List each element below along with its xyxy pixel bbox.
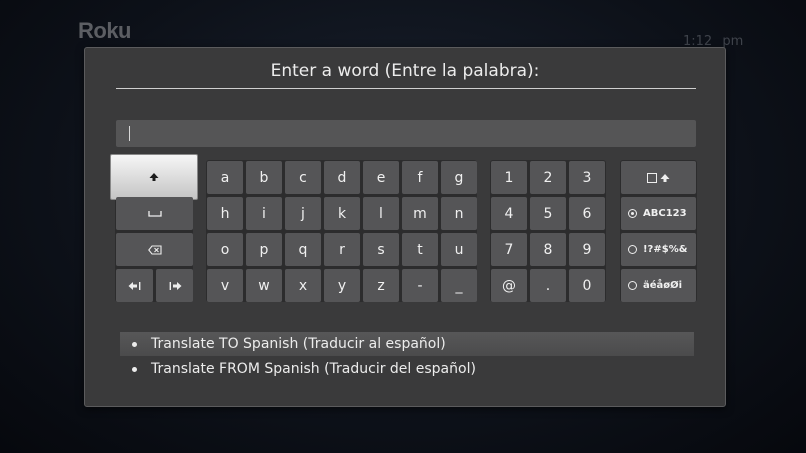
bullet-icon — [132, 341, 137, 347]
caps-lock-key[interactable] — [621, 161, 696, 194]
radio-selected-icon — [628, 209, 637, 218]
radio-icon — [628, 245, 637, 254]
mode-abc123-key[interactable]: ABC123 — [621, 197, 696, 230]
key-7[interactable]: 7 — [491, 233, 527, 266]
text-cursor — [129, 126, 130, 141]
keyboard-dialog: Enter a word (Entre la palabra): abcdefg… — [84, 47, 726, 407]
key-e[interactable]: e — [363, 161, 399, 194]
cursor-right-key[interactable] — [156, 269, 193, 302]
key-3[interactable]: 3 — [569, 161, 605, 194]
key-z[interactable]: z — [363, 269, 399, 302]
backspace-icon — [147, 244, 162, 255]
key-1[interactable]: 1 — [491, 161, 527, 194]
mode-abc123-label: ABC123 — [643, 208, 687, 219]
key-g[interactable]: g — [441, 161, 477, 194]
key-2[interactable]: 2 — [530, 161, 566, 194]
mode-accents-label: äéåøØi — [643, 280, 683, 291]
key-k[interactable]: k — [324, 197, 360, 230]
key-5[interactable]: 5 — [530, 197, 566, 230]
checkbox-icon — [647, 172, 657, 183]
option-label: Translate TO Spanish (Traducir al españo… — [151, 336, 446, 352]
key-x[interactable]: x — [285, 269, 321, 302]
key-.[interactable]: . — [530, 269, 566, 302]
cursor-left-icon — [128, 281, 140, 290]
key-q[interactable]: q — [285, 233, 321, 266]
dialog-title: Enter a word (Entre la palabra): — [270, 61, 540, 81]
key-a[interactable]: a — [207, 161, 243, 194]
key-i[interactable]: i — [246, 197, 282, 230]
key-m[interactable]: m — [402, 197, 438, 230]
key-b[interactable]: b — [246, 161, 282, 194]
key--[interactable]: - — [402, 269, 438, 302]
bullet-icon — [132, 366, 137, 372]
cursor-left-key[interactable] — [116, 269, 153, 302]
title-divider — [116, 88, 696, 89]
option-translate-to-spanish[interactable]: Translate TO Spanish (Traducir al españo… — [120, 332, 694, 356]
radio-icon — [628, 281, 637, 290]
key-t[interactable]: t — [402, 233, 438, 266]
mode-accents-key[interactable]: äéåøØi — [621, 269, 696, 302]
key-r[interactable]: r — [324, 233, 360, 266]
key-@[interactable]: @ — [491, 269, 527, 302]
key-l[interactable]: l — [363, 197, 399, 230]
key-d[interactable]: d — [324, 161, 360, 194]
caps-lock-icon — [660, 173, 670, 182]
key-w[interactable]: w — [246, 269, 282, 302]
key-u[interactable]: u — [441, 233, 477, 266]
mode-symbols-key[interactable]: !?#$%& — [621, 233, 696, 266]
cursor-right-icon — [169, 281, 181, 290]
key-4[interactable]: 4 — [491, 197, 527, 230]
shift-key[interactable] — [110, 154, 198, 200]
key-n[interactable]: n — [441, 197, 477, 230]
key-y[interactable]: y — [324, 269, 360, 302]
key-8[interactable]: 8 — [530, 233, 566, 266]
key-f[interactable]: f — [402, 161, 438, 194]
key-_[interactable]: _ — [441, 269, 477, 302]
space-key[interactable] — [116, 197, 193, 230]
backspace-key[interactable] — [116, 233, 193, 266]
key-c[interactable]: c — [285, 161, 321, 194]
key-j[interactable]: j — [285, 197, 321, 230]
mode-symbols-label: !?#$%& — [643, 244, 688, 255]
word-input[interactable] — [116, 120, 696, 147]
key-p[interactable]: p — [246, 233, 282, 266]
key-9[interactable]: 9 — [569, 233, 605, 266]
key-0[interactable]: 0 — [569, 269, 605, 302]
up-arrow-icon — [149, 173, 159, 181]
key-6[interactable]: 6 — [569, 197, 605, 230]
option-label: Translate FROM Spanish (Traducir del esp… — [151, 361, 476, 377]
key-o[interactable]: o — [207, 233, 243, 266]
roku-logo: Roku — [78, 18, 132, 43]
key-v[interactable]: v — [207, 269, 243, 302]
key-h[interactable]: h — [207, 197, 243, 230]
space-icon — [147, 211, 162, 217]
key-s[interactable]: s — [363, 233, 399, 266]
option-translate-from-spanish[interactable]: Translate FROM Spanish (Traducir del esp… — [120, 357, 694, 381]
